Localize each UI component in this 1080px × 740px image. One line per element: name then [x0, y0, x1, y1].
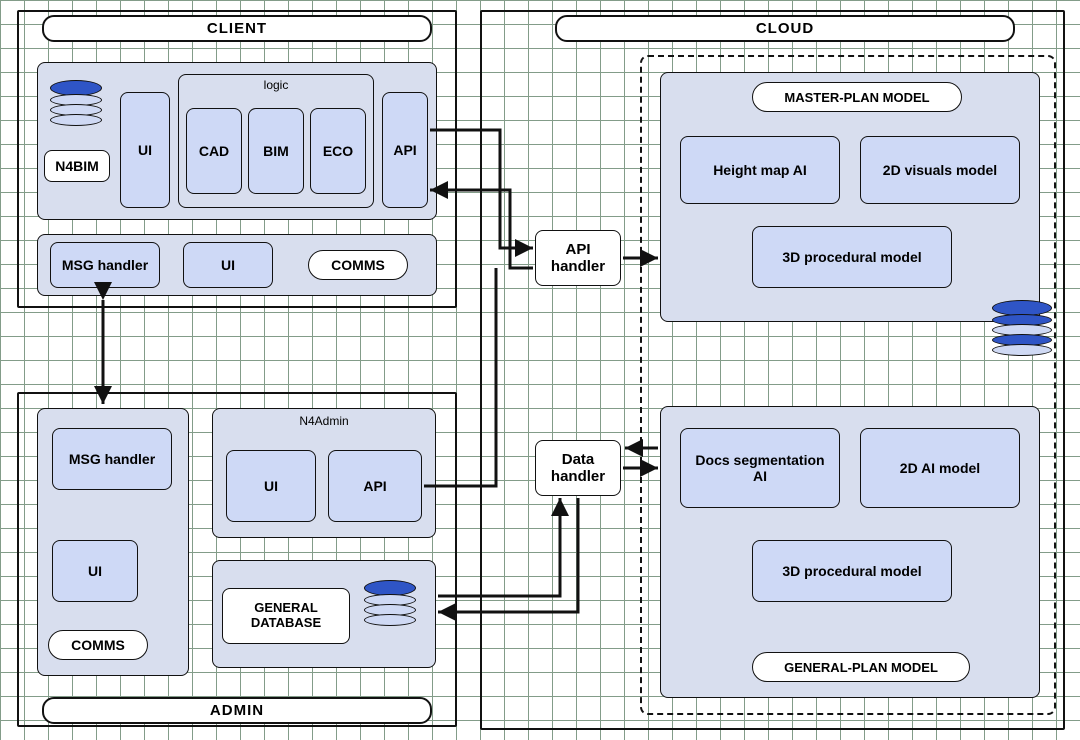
connector-arrows: [0, 0, 1080, 740]
